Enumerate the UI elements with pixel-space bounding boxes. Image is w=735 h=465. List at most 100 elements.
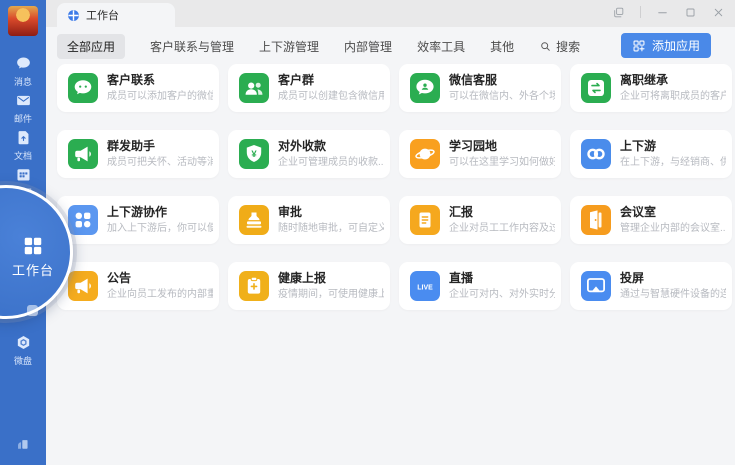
app-text: 健康上报疫情期间，可使用健康上...: [278, 271, 384, 301]
planet-icon: [410, 139, 440, 169]
filter-tab[interactable]: 其他: [490, 38, 514, 55]
app-text: 上下游协作加入上下游后，你可以便...: [107, 205, 213, 235]
app-description: 疫情期间，可使用健康上...: [278, 288, 384, 301]
sidebar-item-drive[interactable]: 微盘: [0, 334, 46, 367]
app-text: 学习园地可以在这里学习如何做好...: [449, 139, 555, 169]
app-description: 在上下游，与经销商、供...: [620, 156, 726, 169]
drive-icon: [15, 334, 32, 351]
titlebar: 工作台: [46, 0, 735, 27]
app-description: 可以在这里学习如何做好...: [449, 156, 555, 169]
app-text: 离职继承企业可将离职成员的客户...: [620, 73, 726, 103]
chat-person-icon: [410, 73, 440, 103]
sidebar-item-chat[interactable]: 消息: [0, 55, 46, 88]
docs-icon: [15, 129, 32, 146]
transfer-icon: [581, 73, 611, 103]
app-title: 上下游协作: [107, 205, 213, 220]
sidebar-item-label: 微盘: [14, 354, 32, 367]
app-card[interactable]: LIVE直播企业可对内、对外实时分...: [399, 262, 561, 310]
app-description: 成员可以添加客户的微信...: [107, 90, 213, 103]
chat-icon: [15, 55, 32, 72]
tab-workbench[interactable]: 工作台: [57, 3, 175, 27]
app-text: 上下游在上下游，与经销商、供...: [620, 139, 726, 169]
sidebar-item-label: 邮件: [14, 112, 32, 125]
infinity-icon: [581, 139, 611, 169]
app-text: 客户群成员可以创建包含微信用...: [278, 73, 384, 103]
app-card[interactable]: 健康上报疫情期间，可使用健康上...: [228, 262, 390, 310]
app-card[interactable]: ¥ 对外收款企业可管理成员的收款...: [228, 130, 390, 178]
stats-icon[interactable]: [14, 436, 32, 453]
wechat-icon: [68, 73, 98, 103]
app-card[interactable]: 学习园地可以在这里学习如何做好...: [399, 130, 561, 178]
app-title: 学习园地: [449, 139, 555, 154]
popout-icon[interactable]: [612, 6, 625, 19]
report-doc-icon: [410, 205, 440, 235]
grid-plus-icon: [632, 39, 646, 53]
app-card[interactable]: 群发助手成员可把关怀、活动等消...: [57, 130, 219, 178]
clipboard-plus-icon: [239, 271, 269, 301]
app-description: 企业对员工工作内容及过...: [449, 222, 555, 235]
door-icon: [581, 205, 611, 235]
app-card[interactable]: 上下游协作加入上下游后，你可以便...: [57, 196, 219, 244]
app-text: 客户联系成员可以添加客户的微信...: [107, 73, 213, 103]
cast-icon: [581, 271, 611, 301]
filter-tab[interactable]: 效率工具: [417, 38, 465, 55]
app-title: 公告: [107, 271, 213, 286]
app-description: 企业向员工发布的内部重...: [107, 288, 213, 301]
mail-icon: [15, 92, 32, 109]
app-text: 会议室管理企业内部的会议室...: [620, 205, 726, 235]
stamp-icon: [239, 205, 269, 235]
app-card[interactable]: 微信客服可以在微信内、外各个场...: [399, 64, 561, 112]
search-label: 搜索: [556, 38, 580, 55]
search-icon: [539, 40, 552, 53]
close-icon[interactable]: [712, 6, 725, 19]
sidebar-item-label: 消息: [14, 75, 32, 88]
app-title: 客户群: [278, 73, 384, 88]
live-icon: LIVE: [410, 271, 440, 301]
user-avatar[interactable]: [8, 6, 38, 36]
filter-tab[interactable]: 客户联系与管理: [150, 38, 234, 55]
app-text: 汇报企业对员工工作内容及过...: [449, 205, 555, 235]
filter-tab[interactable]: 内部管理: [344, 38, 392, 55]
app-description: 随时随地审批，可自定义...: [278, 222, 384, 235]
svg-text:LIVE: LIVE: [417, 284, 433, 291]
grid-dots-icon: [68, 205, 98, 235]
app-card[interactable]: 审批随时随地审批，可自定义...: [228, 196, 390, 244]
sidebar-item-docs[interactable]: 文档: [0, 129, 46, 162]
workbench-circle-icon: [67, 9, 80, 22]
app-card[interactable]: 投屏通过与智慧硬件设备的连接...: [570, 262, 732, 310]
app-title: 健康上报: [278, 271, 384, 286]
app-card[interactable]: 客户群成员可以创建包含微信用...: [228, 64, 390, 112]
app-title: 客户联系: [107, 73, 213, 88]
megaphone-icon: [68, 139, 98, 169]
app-grid: 客户联系成员可以添加客户的微信...客户群成员可以创建包含微信用...微信客服可…: [57, 64, 735, 310]
app-description: 企业可管理成员的收款...: [278, 156, 384, 169]
tab-label: 工作台: [86, 7, 119, 23]
app-text: 投屏通过与智慧硬件设备的连接...: [620, 271, 726, 301]
app-description: 通过与智慧硬件设备的连接...: [620, 288, 726, 301]
app-title: 微信客服: [449, 73, 555, 88]
workbench-page: 全部应用 客户联系与管理 上下游管理 内部管理 效率工具 其他 搜索 添加应用 客户联系成员…: [46, 27, 735, 465]
app-description: 成员可以创建包含微信用...: [278, 90, 384, 103]
svg-text:¥: ¥: [251, 149, 257, 160]
megaphone-icon: [68, 271, 98, 301]
app-description: 企业可将离职成员的客户...: [620, 90, 726, 103]
filter-tab[interactable]: 上下游管理: [259, 38, 319, 55]
app-title: 上下游: [620, 139, 726, 154]
filter-row: 全部应用 客户联系与管理 上下游管理 内部管理 效率工具 其他 搜索: [57, 34, 580, 58]
add-app-button[interactable]: 添加应用: [621, 33, 711, 58]
sidebar-item-mail[interactable]: 邮件: [0, 92, 46, 125]
minimize-icon[interactable]: [656, 6, 669, 19]
app-title: 会议室: [620, 205, 726, 220]
app-card[interactable]: 上下游在上下游，与经销商、供...: [570, 130, 732, 178]
app-card[interactable]: 汇报企业对员工工作内容及过...: [399, 196, 561, 244]
app-title: 投屏: [620, 271, 726, 286]
app-card[interactable]: 会议室管理企业内部的会议室...: [570, 196, 732, 244]
search[interactable]: 搜索: [539, 38, 580, 55]
app-title: 汇报: [449, 205, 555, 220]
filter-tab[interactable]: 全部应用: [57, 34, 125, 59]
app-text: 对外收款企业可管理成员的收款...: [278, 139, 384, 169]
app-card[interactable]: 公告企业向员工发布的内部重...: [57, 262, 219, 310]
app-card[interactable]: 客户联系成员可以添加客户的微信...: [57, 64, 219, 112]
maximize-icon[interactable]: [684, 6, 697, 19]
app-card[interactable]: 离职继承企业可将离职成员的客户...: [570, 64, 732, 112]
